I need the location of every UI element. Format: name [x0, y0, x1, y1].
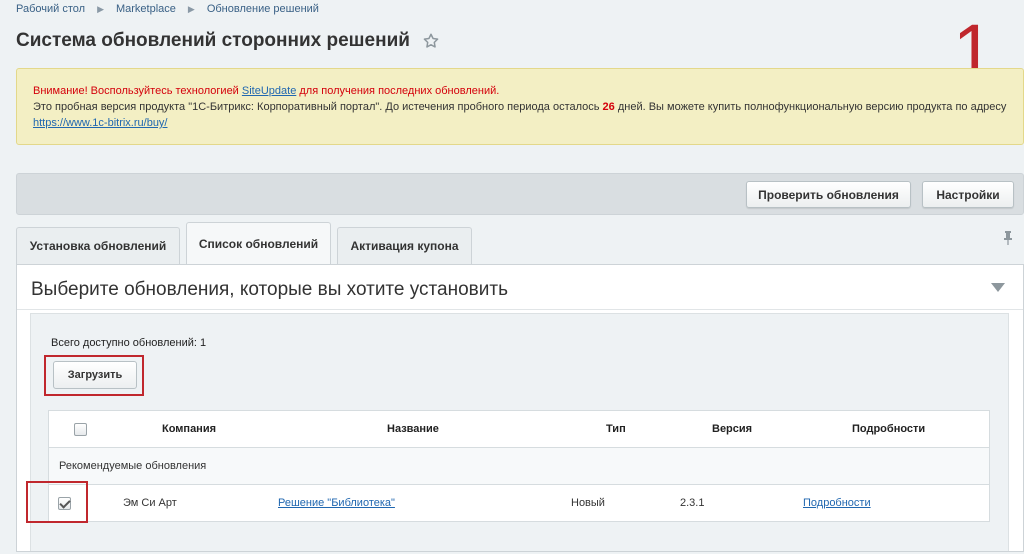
cell-company: Эм Си Арт — [123, 497, 177, 509]
buy-link[interactable]: https://www.1c-bitrix.ru/buy/ — [33, 117, 168, 129]
breadcrumb: Рабочий стол ▶ Marketplace ▶ Обновление … — [16, 3, 319, 15]
notice-trial: Это пробная версия продукта "1С-Битрикс:… — [33, 99, 1007, 131]
group-row: Рекомендуемые обновления — [49, 448, 989, 485]
column-type: Тип — [606, 423, 626, 435]
panel-title: Выберите обновления, которые вы хотите у… — [31, 279, 508, 300]
trial-text-2: дней. Вы можете купить полнофункциональн… — [614, 101, 1007, 113]
siteupdate-link[interactable]: SiteUpdate — [242, 85, 296, 97]
warning-text: Внимание! Воспользуйтесь технологией — [33, 85, 242, 97]
check-updates-button[interactable]: Проверить обновления — [746, 181, 911, 208]
tab-update-list[interactable]: Список обновлений — [186, 222, 331, 264]
chevron-down-icon[interactable] — [991, 283, 1005, 292]
settings-button[interactable]: Настройки — [922, 181, 1014, 208]
select-all-checkbox[interactable] — [74, 423, 87, 436]
updates-table: Компания Название Тип Версия Подробности… — [48, 410, 990, 522]
breadcrumb-item-updates[interactable]: Обновление решений — [207, 3, 319, 15]
panel-body: Всего доступно обновлений: 1 Загрузить К… — [30, 313, 1009, 551]
cell-type: Новый — [571, 497, 605, 509]
table-row: Эм Си Арт Решение "Библиотека" Новый 2.3… — [49, 485, 989, 522]
divider — [17, 309, 1023, 310]
cell-version: 2.3.1 — [680, 497, 705, 509]
table-header: Компания Название Тип Версия Подробности — [49, 411, 989, 448]
row-checkbox[interactable] — [58, 497, 71, 510]
column-version: Версия — [712, 423, 753, 435]
tab-install-updates[interactable]: Установка обновлений — [16, 227, 180, 264]
breadcrumb-item-desktop[interactable]: Рабочий стол — [16, 3, 85, 15]
total-updates: Всего доступно обновлений: 1 — [51, 337, 207, 349]
trial-text: Это пробная версия продукта "1С-Битрикс:… — [33, 101, 603, 113]
trial-days: 26 — [602, 101, 615, 113]
breadcrumb-item-marketplace[interactable]: Marketplace — [116, 3, 176, 15]
star-icon[interactable] — [422, 32, 440, 50]
cell-name-link[interactable]: Решение "Библиотека" — [278, 497, 395, 509]
column-company: Компания — [162, 423, 217, 435]
group-label: Рекомендуемые обновления — [59, 460, 207, 472]
notice-warning: Внимание! Воспользуйтесь технологией Sit… — [33, 83, 1007, 99]
updates-panel: Выберите обновления, которые вы хотите у… — [16, 264, 1024, 552]
page-title: Система обновлений сторонних решений — [16, 30, 440, 52]
cell-details-link[interactable]: Подробности — [803, 497, 871, 509]
load-button[interactable]: Загрузить — [53, 361, 137, 389]
warning-text-suffix: для получения последних обновлений. — [296, 85, 500, 97]
pin-icon[interactable] — [1002, 230, 1014, 246]
column-details: Подробности — [852, 423, 926, 435]
breadcrumb-separator-icon: ▶ — [187, 3, 195, 14]
toolbar: Проверить обновления Настройки — [16, 173, 1024, 215]
breadcrumb-separator-icon: ▶ — [97, 3, 104, 14]
column-name: Название — [387, 423, 439, 435]
notice-box: Внимание! Воспользуйтесь технологией Sit… — [16, 68, 1024, 145]
tab-coupon-activation[interactable]: Активация купона — [337, 227, 472, 264]
page-title-text: Система обновлений сторонних решений — [16, 30, 410, 51]
